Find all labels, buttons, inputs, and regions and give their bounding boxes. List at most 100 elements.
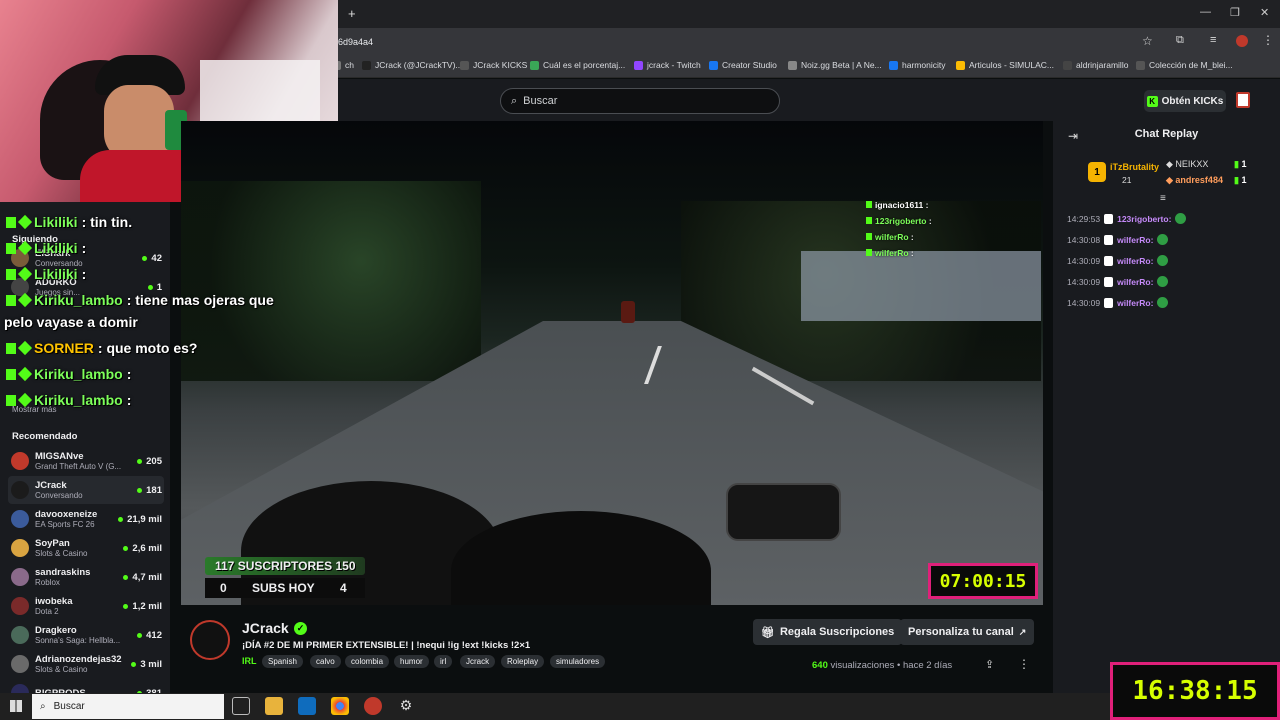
channel-category: Slots & Casino [35,549,88,558]
chat-badge-icon [1104,297,1114,308]
bookmark-item[interactable]: Cuál es el porcentaj... [530,60,625,70]
extensions-icon[interactable]: ⧉ [1176,34,1184,47]
bookmark-item[interactable]: Noiz.gg Beta | A Ne... [788,60,882,70]
channel-info: iwobeka Dota 2 [35,596,123,616]
kick-badge-icon [6,216,16,228]
bookmark-item[interactable]: aldrinjaramillo [1063,60,1128,70]
chat-username[interactable]: wilferRo: [1117,277,1153,287]
sidebar-channel[interactable]: sandraskins Roblox 4,7 mil [8,563,164,591]
tag-chip[interactable]: humor [394,655,429,668]
sidebar-channel[interactable]: davooxeneize EA Sports FC 26 21,9 mil [8,505,164,533]
tag-chip[interactable]: irl [434,655,453,668]
video-chat-line: wilferRo : [866,232,914,242]
search-input[interactable]: ⌕ Buscar [500,88,780,114]
outlook-icon[interactable] [298,697,316,715]
bookmark-item[interactable]: Creator Studio [709,60,777,70]
channel-avatar [11,597,29,615]
video-chat-text: : [926,216,932,226]
sidebar-channel[interactable]: Dragkero Sonna's Saga: Hellbla... 412 [8,621,164,649]
viewer-count: 1,2 mil [123,601,164,612]
viewer-number: 1 [156,281,162,293]
app-icon[interactable] [364,697,382,715]
more-options-icon[interactable]: ⋮ [1018,657,1030,671]
bookmark-favicon-icon [530,60,539,70]
new-tab-button[interactable]: + [348,6,356,21]
get-kicks-button[interactable]: K Obtén KICKs [1144,90,1226,112]
share-icon[interactable]: ⇪ [985,658,994,671]
overlay-chat-line: Likiliki: tin tin. [6,214,132,230]
channel-name: JCrack [35,480,67,491]
sidebar-channel[interactable]: JCrack Conversando 181 [8,476,164,504]
channel-category: Roblox [35,578,60,587]
chat-username[interactable]: wilferRo: [1117,235,1153,245]
channel-info: davooxeneize EA Sports FC 26 [35,509,118,529]
emote-icon [1157,255,1169,266]
channel-name: SoyPan [35,538,70,549]
sidebar-channel[interactable]: iwobeka Dota 2 1,2 mil [8,592,164,620]
user-avatar[interactable] [1236,92,1250,108]
video-player[interactable] [181,121,1043,605]
chat-username[interactable]: wilferRo: [1117,298,1153,308]
tag-chip[interactable]: Spanish [262,655,303,668]
sidebar-channel[interactable]: SoyPan Slots & Casino 2,6 mil [8,534,164,562]
url-text[interactable]: 6d9a4a4 [338,37,373,47]
channel-info: Dragkero Sonna's Saga: Hellbla... [35,625,137,645]
gift-subs-button[interactable]: 🎁︎ Regala Suscripciones [753,619,903,645]
bookmark-favicon-icon [709,60,718,70]
channel-name[interactable]: JCrack [242,620,289,636]
tag-chip[interactable]: colombia [345,655,390,668]
task-view-icon[interactable] [232,697,250,715]
bookmark-item[interactable]: JCrack (@JCrackTV)... [362,60,463,70]
channel-avatar[interactable] [190,620,230,660]
media-icon[interactable]: ≡ [1210,34,1216,46]
chat-username[interactable]: 123rigoberto: [1117,214,1171,224]
windows-start-icon[interactable] [10,700,22,712]
restore-icon[interactable]: ❐ [1230,6,1240,19]
bookmark-item[interactable]: JCrack KICKS [460,60,527,70]
profile-avatar[interactable] [1236,35,1248,47]
channel-avatar [11,539,29,557]
bookmark-label: Cuál es el porcentaj... [543,60,626,70]
close-icon[interactable]: ✕ [1260,6,1269,19]
video-chat-user: ignacio1611 [875,200,924,210]
tag-chip[interactable]: simuladores [550,655,606,668]
tag-chip[interactable]: Jcrack [460,655,496,668]
overlay-chat-user: Kiriku_lambo [34,392,123,408]
settings-icon[interactable]: ⚙ [397,697,415,715]
channel-name: sandraskins [35,567,91,578]
viewer-count: 2,6 mil [123,543,164,554]
gifter-2[interactable]: ◆ NEIKXX [1166,159,1208,170]
top-gifter-name[interactable]: iTzBrutality [1110,162,1159,172]
category-link[interactable]: IRL [242,656,257,666]
taskbar-search-input[interactable]: ⌕ Buscar [32,694,224,719]
bookmark-item[interactable]: harmonicity [889,60,945,70]
file-explorer-icon[interactable] [265,697,283,715]
channel-category: Slots & Casino [35,665,88,674]
expand-gifters-icon[interactable]: ≡ [1160,193,1166,204]
bookmark-item[interactable]: Colección de M_blei... [1136,60,1233,70]
chrome-icon[interactable] [331,697,349,715]
bookmark-item[interactable]: Articulos - SIMULAC... [956,60,1054,70]
bookmark-star-icon[interactable]: ☆ [1142,34,1153,48]
viewer-number: 21,9 mil [127,513,162,525]
kick-badge-icon [866,233,872,240]
viewer-count: 181 [137,485,164,496]
verified-icon: ✓ [294,622,307,635]
vip-badge-icon [17,292,33,308]
sidebar-channel[interactable]: MIGSANve Grand Theft Auto V (G... 205 [8,447,164,475]
menu-icon[interactable]: ⋮ [1262,33,1274,47]
customize-channel-button[interactable]: Personaliza tu canal ↗ [900,619,1035,645]
bookmark-item[interactable]: jcrack - Twitch [634,60,701,70]
tag-chip[interactable]: calvo [310,655,341,668]
kick-badge-icon [866,217,872,224]
sidebar-channel[interactable]: Adrianozendejas32 Slots & Casino 3 mil [8,650,164,678]
bookmark-favicon-icon [634,60,643,70]
gifter-3[interactable]: ◆ andresf484 [1166,175,1223,186]
minimize-icon[interactable]: — [1200,6,1211,18]
subs-today-left: 0 [220,581,227,595]
subs-today-right: 4 [340,581,347,595]
live-dot-icon [142,255,148,261]
tag-chip[interactable]: Roleplay [501,655,545,668]
chat-username[interactable]: wilferRo: [1117,256,1153,266]
overlay-chat-user: Likiliki [34,214,78,230]
